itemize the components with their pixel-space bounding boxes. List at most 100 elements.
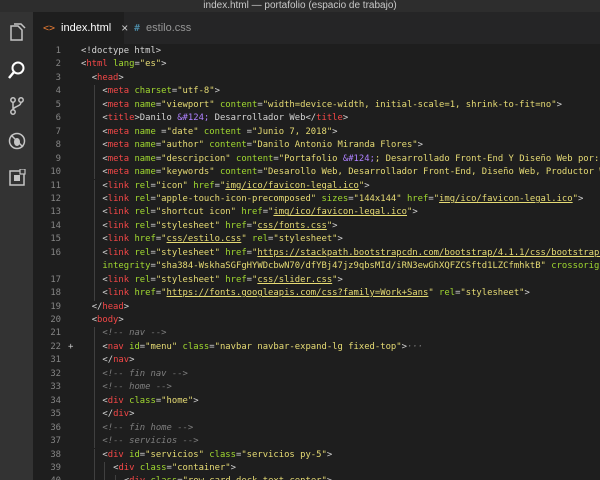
code-token-tag: div xyxy=(113,409,130,420)
code-token-attr: name xyxy=(134,167,156,178)
indent-guide xyxy=(93,206,95,220)
code-line[interactable]: 34 <div class="home"> xyxy=(33,395,600,408)
indent-guide xyxy=(93,233,95,247)
code-text: </head> xyxy=(92,301,129,314)
tab-bar: <> index.html × # estilo.css xyxy=(33,12,600,44)
code-line[interactable]: 5 <meta name="viewport" content="width=de… xyxy=(33,99,600,112)
code-line[interactable]: 32 <!-- fin nav --> xyxy=(33,368,600,381)
code-line[interactable]: 16 <link rel="stylesheet" href="https://s… xyxy=(33,247,600,260)
source-control-icon[interactable] xyxy=(4,93,29,118)
line-number: 5 xyxy=(55,99,61,110)
code-token-str: "144x144" xyxy=(353,193,402,204)
code-text: <!-- home --> xyxy=(102,381,171,394)
code-line[interactable]: 38 <div id="servicios" class="servicios p… xyxy=(33,449,600,462)
html-file-icon: <> xyxy=(43,22,56,34)
code-token-tag: div xyxy=(107,395,124,406)
code-line[interactable]: 31 </nav> xyxy=(33,354,600,367)
code-text: <!-- nav --> xyxy=(102,327,166,340)
tab-index-html[interactable]: <> index.html × xyxy=(33,12,128,44)
code-token-str: "servicios" xyxy=(145,449,204,460)
code-line[interactable]: 3 <head> xyxy=(33,72,600,85)
code-line[interactable]: 13 <link rel="shortcut icon" href="img/ic… xyxy=(33,206,600,219)
code-token-attr: content xyxy=(209,140,247,151)
code-line[interactable]: 7 <meta name ="date" content ="Junio 7, 2… xyxy=(33,126,600,139)
code-token-text: > xyxy=(129,409,135,420)
code-token-tag: link xyxy=(107,193,130,204)
code-line[interactable]: 33 <!-- home --> xyxy=(33,381,600,394)
code-text: <head> xyxy=(92,72,124,85)
code-text: <meta name ="date" content ="Junio 7, 20… xyxy=(102,126,337,139)
tab-estilo-css[interactable]: # estilo.css xyxy=(124,12,204,44)
code-token-str: "menu" xyxy=(145,341,178,352)
code-token-str: "stylesheet" xyxy=(273,234,338,245)
code-token-attr: id xyxy=(129,449,140,460)
code-token-str: "stylesheet" xyxy=(155,247,220,258)
code-token-attr: charset xyxy=(134,86,172,97)
code-text: <meta charset="utf-8"> xyxy=(102,85,220,98)
code-text: <div id="servicios" class="servicios py-… xyxy=(102,449,332,462)
code-line[interactable]: 14 <link rel="stylesheet" href="css/fonts… xyxy=(33,220,600,233)
code-text: <!-- servicios --> xyxy=(102,435,198,448)
code-token-str: "servicios py-5" xyxy=(241,449,327,460)
indent-guide xyxy=(104,461,106,476)
code-token-attr: href xyxy=(134,234,156,245)
search-icon[interactable] xyxy=(4,57,29,82)
code-token-url: https://fonts.googleapis.com/css?family=… xyxy=(166,288,429,299)
code-line[interactable]: 6 <title>Danilo &#124; Desarrollador Web<… xyxy=(33,112,600,125)
code-text: </nav> xyxy=(102,354,134,367)
code-token-attr: rel xyxy=(134,207,151,218)
code-token-attr: content xyxy=(219,99,258,110)
code-line[interactable]: 2 <html lang="es"> xyxy=(33,58,600,71)
code-line[interactable]: 37 <!-- servicios --> xyxy=(33,435,600,448)
code-line[interactable]: 40 <div class="row card-deck text-center"… xyxy=(33,475,600,480)
code-editor[interactable]: 1 <!doctype html> 2 <html lang="es"> 3 <head>… xyxy=(33,44,600,480)
code-line[interactable]: 4 <meta charset="utf-8"> xyxy=(33,85,600,98)
code-line[interactable]: 15 <link href="css/estilo.css" rel="style… xyxy=(33,233,600,246)
code-token-tag: title xyxy=(107,113,135,124)
code-line[interactable]: 18 <link href="https://fonts.googleapis.c… xyxy=(33,287,600,300)
code-line[interactable]: 11 <link rel="icon" href="img/ico/favicon… xyxy=(33,180,600,193)
code-token-attr: class xyxy=(151,476,178,480)
code-line[interactable]: 21 <!-- nav --> xyxy=(33,327,600,340)
code-token-tag: link xyxy=(107,288,130,299)
debug-icon[interactable] xyxy=(4,128,29,153)
code-token-attr: sizes xyxy=(321,193,349,204)
code-line[interactable]: integrity="sha384-WskhaSGFgHYWDcbwN70/df… xyxy=(33,260,600,273)
code-text: <title>Danilo &#124; Desarrollador Web</… xyxy=(102,112,348,125)
line-number: 1 xyxy=(55,46,61,56)
code-line[interactable]: 36 <!-- fin home --> xyxy=(33,422,600,435)
code-line[interactable]: 19 </head> xyxy=(33,301,600,314)
fold-expand-icon[interactable]: + xyxy=(68,341,73,354)
code-token-tag: head xyxy=(102,301,124,312)
code-token-tag: link xyxy=(107,220,130,231)
indent-guide xyxy=(93,152,95,167)
line-number: 31 xyxy=(50,355,61,366)
code-token-tag: meta xyxy=(107,140,130,151)
code-token-attr: content xyxy=(219,167,258,178)
code-token-text: = xyxy=(241,126,253,137)
extensions-icon[interactable] xyxy=(4,165,29,190)
code-token-tag: div xyxy=(129,476,145,480)
code-line[interactable]: 8 <meta name="author" content="Danilo Ant… xyxy=(33,139,600,152)
code-line[interactable]: 39 <div class="container"> xyxy=(33,462,600,475)
code-token-url: img/ico/favicon-legal.ico xyxy=(273,207,407,218)
code-line[interactable]: 35 </div> xyxy=(33,408,600,421)
code-token-text: > xyxy=(417,140,423,151)
code-token-com: <!-- nav --> xyxy=(102,328,167,339)
explorer-icon[interactable] xyxy=(4,20,29,45)
line-number: 4 xyxy=(55,86,61,97)
code-line[interactable]: 1 <!doctype html> xyxy=(33,45,600,58)
line-number: 6 xyxy=(55,113,61,124)
indent-guide xyxy=(93,367,95,382)
code-line[interactable]: 20 <body> xyxy=(33,314,600,327)
code-token-tag: nav xyxy=(107,341,124,352)
line-number: 35 xyxy=(50,409,61,420)
line-number: 13 xyxy=(50,207,61,218)
line-number: 38 xyxy=(50,449,61,460)
code-line[interactable]: 22 + <nav id="menu" class="navbar navbar-e… xyxy=(33,341,600,354)
code-line[interactable]: 9 <meta name="descripcion" content="Porta… xyxy=(33,153,600,166)
code-line[interactable]: 17 <link rel="stylesheet" href="css/slide… xyxy=(33,274,600,287)
code-line[interactable]: 10 <meta name="keywords" content="Desarol… xyxy=(33,166,600,179)
code-line[interactable]: 12 <link rel="apple-touch-icon-precompose… xyxy=(33,193,600,206)
code-token-attr: href xyxy=(406,193,429,204)
